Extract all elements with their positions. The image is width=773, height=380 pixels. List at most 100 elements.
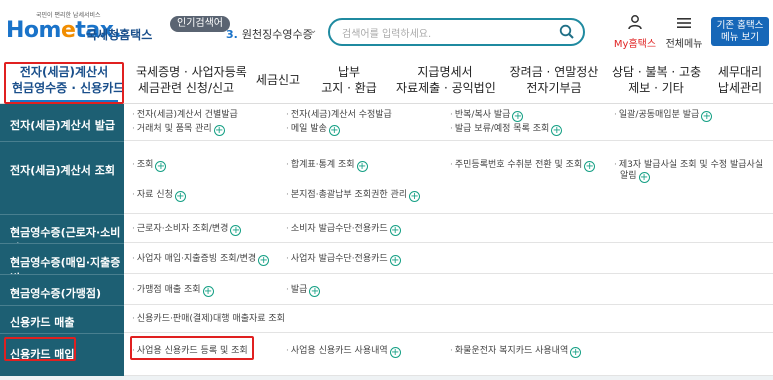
menu-row-title: 전자(세금)계산서 조회: [0, 142, 124, 214]
menu-link[interactable]: · 발급 +: [286, 285, 321, 297]
nav-tab-payment-statement[interactable]: 지급명세서 자료제출 · 공익법인: [396, 64, 496, 96]
plus-icon[interactable]: +: [570, 347, 582, 358]
nav-label-line2: 납세관리: [717, 81, 763, 95]
plus-icon[interactable]: +: [409, 191, 421, 202]
nav-tab-payment[interactable]: 납부 고지 · 환급: [318, 64, 380, 96]
hamburger-icon: [677, 18, 691, 28]
search-box[interactable]: 검색어를 입력하세요.: [328, 18, 585, 46]
menu-link[interactable]: · 근로자·소비자 조회/변경 +: [132, 224, 242, 236]
legacy-menu-line1: 기존 홈택스: [716, 20, 764, 31]
menu-link[interactable]: · 합계표·통계 조회 +: [286, 160, 368, 172]
menu-link[interactable]: · 소비자 발급수단·전용카드 +: [286, 224, 401, 236]
menu-row-cash-receipt-business: 현금영수증(매입·지출증빙) ·사업자 매입·지출증빙 조회/변경+ ·사업자 …: [0, 244, 773, 285]
menu-row-einvoice-issue: 전자(세금)계산서 발급 · 전자(세금)계산서 건별발급 · 거래처 및 품목 관…: [0, 104, 773, 141]
nav-label-line2: 고지 · 환급: [321, 81, 377, 95]
menu-row-body: · 가맹점 매출 조회 + · 발급 +: [124, 275, 773, 305]
plus-icon[interactable]: +: [174, 191, 186, 202]
plus-icon[interactable]: +: [389, 255, 401, 266]
nav-label-line2: 제보 · 기타: [628, 81, 684, 95]
highlight-box-credit-card-purchase: [4, 337, 76, 361]
site-header: 국민이 편리한 납세서비스 Hometax. 국세청홈택스 인기검색어 3. 원천…: [0, 0, 773, 56]
menu-link[interactable]: · 사업자 매입·지출증빙 조회/변경 +: [132, 254, 270, 266]
nav-label-line1: 세무대리: [717, 65, 763, 79]
popular-search-term[interactable]: 3. 원천징수영수증: [226, 26, 313, 42]
plus-icon[interactable]: +: [584, 161, 596, 172]
menu-link[interactable]: · 사업용 신용카드 사용내역 +: [286, 346, 401, 358]
menu-link[interactable]: · 본지점·총괄납부 조회권한 관리 +: [286, 190, 421, 202]
myhometax-label: My홈택스: [613, 39, 657, 50]
menu-link[interactable]: · 메일 발송 +: [286, 124, 340, 136]
plus-icon[interactable]: +: [213, 125, 225, 136]
menu-link[interactable]: · 거래처 및 품목 관리 +: [132, 124, 225, 136]
plus-icon[interactable]: +: [258, 255, 270, 266]
highlight-box-active-tab: [4, 62, 124, 104]
plus-icon[interactable]: +: [202, 286, 214, 297]
plus-icon[interactable]: +: [389, 225, 401, 236]
nav-tab-tax-filing[interactable]: 세금신고: [250, 72, 306, 88]
highlight-box-business-card-register: [130, 336, 254, 360]
user-icon: [628, 15, 642, 30]
all-menu-label: 전체메뉴: [665, 39, 703, 50]
legacy-menu-button[interactable]: 기존 홈택스 메뉴 보기: [711, 17, 769, 46]
nav-label-line2: 세금관련 신청/신고: [137, 81, 235, 95]
nav-tab-consultation[interactable]: 상담 · 불복 · 고충 제보 · 기타: [612, 64, 702, 96]
menu-row-title: 전자(세금)계산서 발급: [0, 104, 124, 141]
nav-tab-incentive-yearend[interactable]: 장려금 · 연말정산 전자기부금: [508, 64, 600, 96]
plus-icon[interactable]: +: [155, 161, 167, 172]
menu-link[interactable]: · 전자(세금)계산서 수정발급: [286, 110, 392, 121]
nav-tab-certificate-registration[interactable]: 국세증명 · 사업자등록 세금관련 신청/신고: [136, 64, 247, 96]
menu-row-credit-card-purchase: 신용카드 매입 · 사업용 신용카드 등록 및 조회 · 사업용 신용카드 사용내역…: [0, 334, 773, 376]
nav-label-line2: 자료제출 · 공익법인: [396, 81, 496, 95]
myhometax-button[interactable]: My홈택스: [613, 14, 657, 51]
menu-link[interactable]: · 화물운전자 복지카드 사용내역 +: [450, 346, 582, 358]
nav-label-line1: 상담 · 불복 · 고충: [612, 65, 702, 79]
menu-row-body: · 신용카드·판매(결제)대행 매출자료 조회: [124, 306, 773, 333]
menu-link[interactable]: · 반복/복사 발급 +: [450, 110, 524, 122]
menu-row-cash-receipt-merchant: 현금영수증(가맹점) · 가맹점 매출 조회 + · 발급 +: [0, 275, 773, 305]
hometax-logo[interactable]: 국민이 편리한 납세서비스 Hometax. 국세청홈택스: [6, 10, 152, 50]
nav-label-line1: 국세증명 · 사업자등록: [136, 65, 247, 79]
legacy-menu-line2: 메뉴 보기: [721, 32, 759, 43]
nav-label-line2: 전자기부금: [526, 81, 582, 95]
plus-icon[interactable]: +: [328, 125, 340, 136]
menu-row-body: · 근로자·소비자 조회/변경 + · 소비자 발급수단·전용카드 +: [124, 215, 773, 243]
search-icon[interactable]: [559, 24, 575, 40]
nav-label-line1: 지급명세서: [417, 65, 473, 79]
menu-row-title: 현금영수증(근로자·소비자): [0, 215, 124, 255]
nav-label-line1: 장려금 · 연말정산: [509, 65, 599, 79]
nav-tab-tax-agent[interactable]: 세무대리 납세관리: [712, 64, 768, 96]
plus-icon[interactable]: +: [701, 111, 713, 122]
search-input[interactable]: 검색어를 입력하세요.: [342, 25, 431, 40]
menu-row-body: · 사업자 매입·지출증빙 조회/변경 + · 사업자 발급수단·전용카드 +: [124, 244, 773, 274]
plus-icon[interactable]: +: [551, 125, 563, 136]
menu-row-title: 현금영수증(매입·지출증빙): [0, 244, 124, 285]
plus-icon[interactable]: +: [638, 172, 650, 183]
plus-icon[interactable]: +: [389, 347, 401, 358]
plus-icon[interactable]: +: [356, 161, 368, 172]
all-menu-button[interactable]: 전체메뉴: [664, 14, 704, 51]
menu-link[interactable]: · 자료 신청 +: [132, 190, 186, 202]
menu-row-credit-card-sales: 신용카드 매출 · 신용카드·판매(결제)대행 매출자료 조회: [0, 306, 773, 333]
page-bottom-edge: [0, 376, 773, 380]
menu-link[interactable]: 알림 +: [620, 171, 650, 183]
chevron-down-icon[interactable]: ⌄: [309, 25, 317, 36]
menu-link[interactable]: · 조회 +: [132, 160, 167, 172]
nav-label-line1: 세금신고: [255, 73, 301, 87]
menu-link[interactable]: · 신용카드·판매(결제)대행 매출자료 조회: [132, 314, 285, 325]
menu-link[interactable]: · 가맹점 매출 조회 +: [132, 285, 214, 297]
plus-icon[interactable]: +: [230, 225, 242, 236]
menu-link[interactable]: · 전자(세금)계산서 건별발급: [132, 110, 238, 121]
menu-link[interactable]: · 주민등록번호 수취분 전환 및 조회 +: [450, 160, 596, 172]
plus-icon[interactable]: +: [512, 111, 524, 122]
menu-link[interactable]: · 일괄/공동매입분 발급 +: [614, 110, 713, 122]
menu-link[interactable]: · 발급 보류/예정 목록 조회 +: [450, 124, 563, 136]
logo-korean-name: 국세청홈택스: [86, 28, 153, 42]
menu-row-body: · 조회 + · 자료 신청 + · 합계표·통계 조회 + · 본지점·총괄납부 조회권한 …: [124, 142, 773, 214]
plus-icon[interactable]: +: [309, 286, 321, 297]
menu-row-title: 현금영수증(가맹점): [0, 275, 124, 305]
menu-row-einvoice-inquiry: 전자(세금)계산서 조회 · 조회 + · 자료 신청 + · 합계표·통계 조회 + · 본…: [0, 142, 773, 214]
menu-link[interactable]: · 사업자 발급수단·전용카드 +: [286, 254, 401, 266]
nav-label-line1: 납부: [337, 65, 361, 79]
popular-search-badge: 인기검색어: [170, 16, 230, 32]
menu-link[interactable]: · 제3자 발급사실 조회 및 수정 발급사실: [614, 160, 763, 171]
